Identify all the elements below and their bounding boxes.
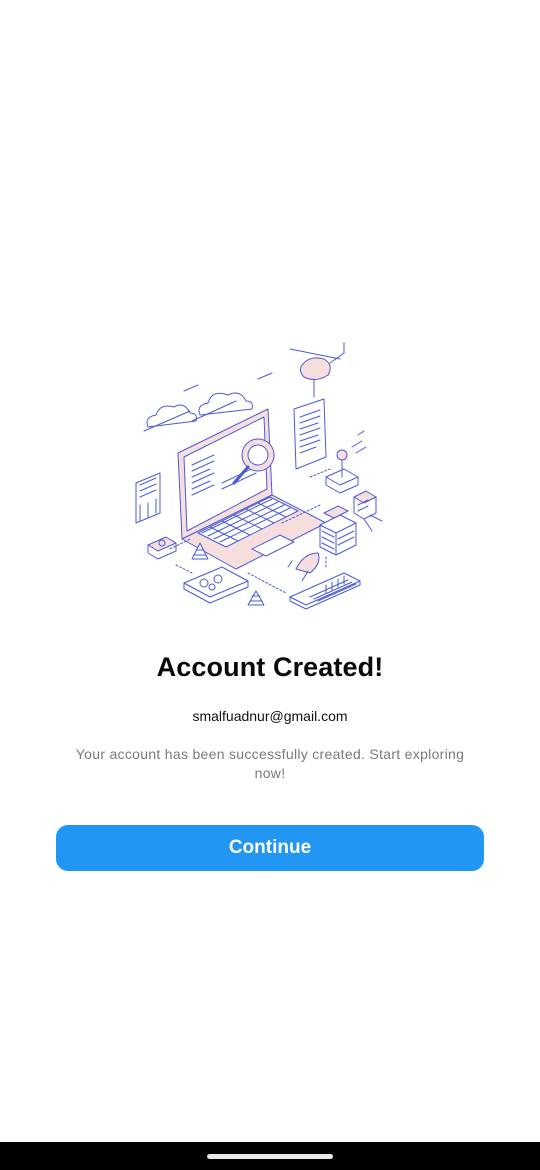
system-navigation-bar	[0, 1142, 540, 1170]
account-email: smalfuadnur@gmail.com	[192, 708, 348, 724]
home-indicator[interactable]	[207, 1154, 333, 1159]
account-created-screen: Account Created! smalfuadnur@gmail.com Y…	[0, 0, 540, 1170]
success-message: Your account has been successfully creat…	[75, 746, 465, 781]
page-title: Account Created!	[156, 652, 384, 682]
laptop-network-illustration	[130, 335, 395, 620]
continue-button[interactable]: Continue	[56, 825, 484, 871]
